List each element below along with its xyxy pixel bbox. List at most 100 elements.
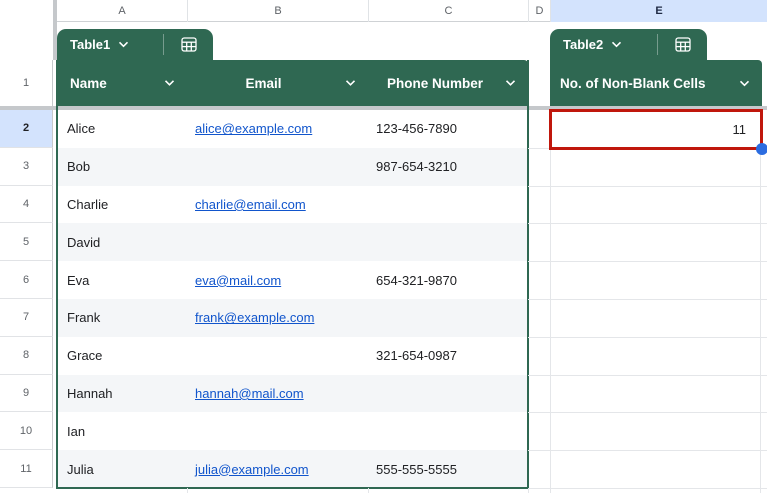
- cell-c6[interactable]: 654-321-9870: [368, 261, 528, 299]
- gridline: [528, 450, 767, 452]
- cell-a8[interactable]: Grace: [57, 337, 187, 375]
- cell-b10[interactable]: [187, 412, 368, 450]
- email-link[interactable]: charlie@email.com: [195, 197, 306, 212]
- email-link[interactable]: eva@mail.com: [195, 273, 281, 288]
- cell-b4[interactable]: charlie@email.com: [187, 186, 368, 224]
- column-header-c[interactable]: C: [368, 0, 528, 22]
- table-row: Grace 321-654-0987: [57, 336, 528, 375]
- row-header-11[interactable]: 11: [0, 450, 53, 488]
- table1-chip: Table1: [57, 29, 213, 60]
- column-header-b[interactable]: B: [187, 0, 368, 22]
- cell-c7[interactable]: [368, 299, 528, 337]
- cell-a2[interactable]: Alice: [57, 110, 187, 148]
- column-header-a[interactable]: A: [57, 0, 187, 22]
- row-header-3[interactable]: 3: [0, 147, 53, 186]
- table1-right-border: [527, 60, 529, 488]
- cell-b6[interactable]: eva@mail.com: [187, 261, 368, 299]
- row-header-9[interactable]: 9: [0, 374, 53, 413]
- gridline: [528, 223, 767, 225]
- chevron-down-icon: [612, 41, 622, 48]
- table1-bottom-border: [56, 487, 529, 489]
- cell-b5[interactable]: [187, 223, 368, 261]
- phone-column-menu[interactable]: [505, 80, 516, 87]
- column-header-d[interactable]: D: [528, 0, 550, 22]
- cell-a7[interactable]: Frank: [57, 299, 187, 337]
- gridline: [528, 488, 529, 493]
- chevron-down-icon: [505, 80, 516, 86]
- nonblank-count-value: 11: [732, 122, 747, 137]
- header-label-phone: Phone Number: [386, 75, 483, 91]
- cell-a3[interactable]: Bob: [57, 148, 187, 186]
- table2-header-cell[interactable]: No. of Non-Blank Cells: [550, 60, 762, 106]
- cell-a10[interactable]: Ian: [57, 412, 187, 450]
- fill-handle[interactable]: [756, 143, 767, 155]
- cell-c4[interactable]: [368, 186, 528, 224]
- header-cell-phone[interactable]: Phone Number: [368, 60, 528, 106]
- cell-c2[interactable]: 123-456-7890: [368, 110, 528, 148]
- header-cell-email[interactable]: Email: [187, 60, 368, 106]
- row-header-10[interactable]: 10: [0, 412, 53, 451]
- table2-options-button[interactable]: [658, 29, 707, 60]
- chevron-down-icon: [739, 80, 750, 86]
- email-link[interactable]: alice@example.com: [195, 121, 312, 136]
- cell-b2[interactable]: alice@example.com: [187, 110, 368, 148]
- cell-b3[interactable]: [187, 148, 368, 186]
- gridline: [528, 374, 767, 376]
- header-label-name: Name: [70, 75, 107, 91]
- cell-c11[interactable]: 555-555-5555: [368, 450, 528, 488]
- cell-b8[interactable]: [187, 337, 368, 375]
- cell-a11[interactable]: Julia: [57, 450, 187, 488]
- name-column-menu[interactable]: [164, 80, 175, 87]
- cell-a6[interactable]: Eva: [57, 261, 187, 299]
- gridline: [528, 412, 767, 414]
- cell-c5[interactable]: [368, 223, 528, 261]
- row-header-6[interactable]: 6: [0, 261, 53, 299]
- cell-c10[interactable]: [368, 412, 528, 450]
- chevron-down-icon: [164, 80, 175, 86]
- select-all-corner[interactable]: [0, 0, 53, 22]
- gridline: [528, 336, 767, 338]
- table-row: Hannah hannah@mail.com: [57, 374, 528, 413]
- table-row: Julia julia@example.com 555-555-5555: [57, 450, 528, 488]
- column-headers-row: A B C D E: [0, 0, 767, 22]
- cell-b7[interactable]: frank@example.com: [187, 299, 368, 337]
- cell-b11[interactable]: julia@example.com: [187, 450, 368, 488]
- cell-c8[interactable]: 321-654-0987: [368, 337, 528, 375]
- cell-a4[interactable]: Charlie: [57, 186, 187, 224]
- table2-chip-menu[interactable]: Table2: [550, 29, 657, 60]
- row-header-1[interactable]: 1: [0, 60, 53, 106]
- email-column-menu[interactable]: [345, 80, 356, 87]
- table-icon: [180, 37, 197, 52]
- row-header-2-selected[interactable]: 2: [0, 110, 53, 148]
- row-header-4[interactable]: 4: [0, 185, 53, 224]
- table-row: Eva eva@mail.com 654-321-9870: [57, 261, 528, 299]
- header-label-email: Email: [245, 75, 282, 91]
- chevron-down-icon: [119, 41, 129, 48]
- table-row: Alice alice@example.com 123-456-7890: [57, 110, 528, 148]
- table-row: David: [57, 223, 528, 262]
- email-link[interactable]: julia@example.com: [195, 462, 309, 477]
- table-row: Charlie charlie@email.com: [57, 185, 528, 224]
- gridline: [528, 185, 767, 187]
- row-header-8[interactable]: 8: [0, 336, 53, 375]
- table2-chip: Table2: [550, 29, 707, 60]
- email-link[interactable]: hannah@mail.com: [195, 386, 304, 401]
- header-cell-name[interactable]: Name: [57, 60, 187, 106]
- spreadsheet-grid: A B C D E Table1 Table2 Name Email Phone…: [0, 0, 767, 493]
- cell-c3[interactable]: 987-654-3210: [368, 148, 528, 186]
- cell-e2-selected[interactable]: 11: [549, 109, 763, 150]
- email-link[interactable]: frank@example.com: [195, 310, 314, 325]
- table1-options-button[interactable]: [164, 29, 213, 60]
- cell-a5[interactable]: David: [57, 223, 187, 261]
- cell-a9[interactable]: Hannah: [57, 375, 187, 413]
- row-header-5[interactable]: 5: [0, 223, 53, 262]
- gridline: [187, 488, 188, 493]
- table1-chip-menu[interactable]: Table1: [57, 29, 163, 60]
- cell-b9[interactable]: hannah@mail.com: [187, 375, 368, 413]
- cell-c9[interactable]: [368, 375, 528, 413]
- nonblank-column-menu[interactable]: [739, 80, 750, 87]
- gridline: [368, 488, 369, 493]
- gridline: [550, 110, 551, 493]
- column-header-e-selected[interactable]: E: [550, 0, 767, 22]
- row-header-7[interactable]: 7: [0, 299, 53, 337]
